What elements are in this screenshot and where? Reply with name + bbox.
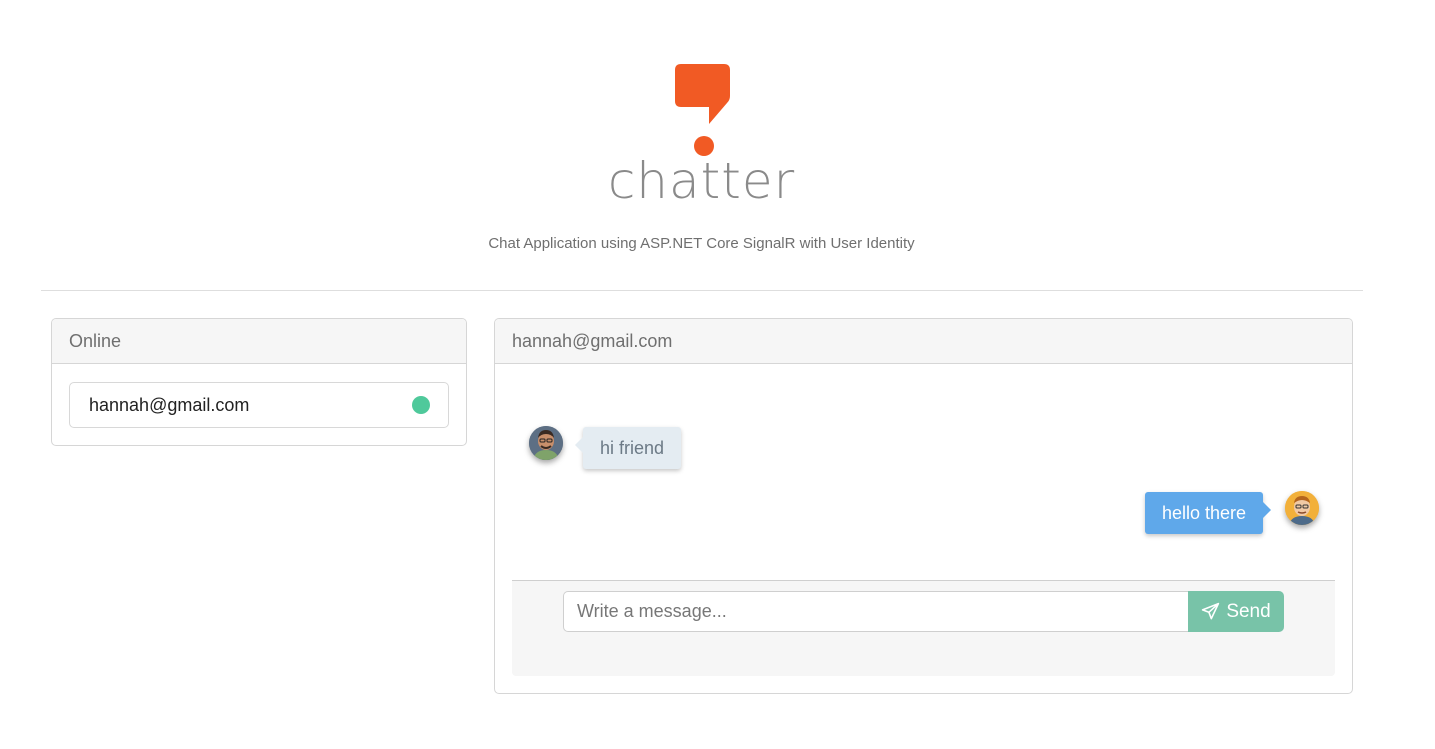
- outgoing-message-bubble: hello there: [1144, 492, 1272, 534]
- online-users-panel: Online hannah@gmail.com: [51, 318, 467, 446]
- incoming-message-bubble: hi friend: [574, 427, 682, 469]
- avatar-icon: [529, 426, 563, 460]
- avatar-icon: [1285, 491, 1319, 525]
- message-input[interactable]: [563, 591, 1189, 632]
- speech-bubble-exclamation-icon: [675, 64, 730, 156]
- online-user-item[interactable]: hannah@gmail.com: [69, 382, 449, 428]
- paper-plane-icon: [1202, 602, 1220, 620]
- tagline: Chat Application using ASP.NET Core Sign…: [488, 235, 915, 252]
- online-user-email: hannah@gmail.com: [89, 395, 250, 415]
- brand-name: chatter: [607, 152, 796, 210]
- online-status-icon: [412, 396, 430, 414]
- chat-panel: hannah@gmail.com hi friend hello there W…: [494, 318, 1353, 694]
- header-divider: [41, 290, 1363, 291]
- online-panel-title: Online: [52, 319, 466, 364]
- chat-recipient-title: hannah@gmail.com: [495, 319, 1352, 364]
- chat-app-page: chatter Chat Application using ASP.NET C…: [0, 0, 1435, 749]
- send-button[interactable]: Send: [1188, 591, 1284, 632]
- message-compose-area: Send: [512, 580, 1335, 676]
- send-button-label: Send: [1226, 600, 1271, 622]
